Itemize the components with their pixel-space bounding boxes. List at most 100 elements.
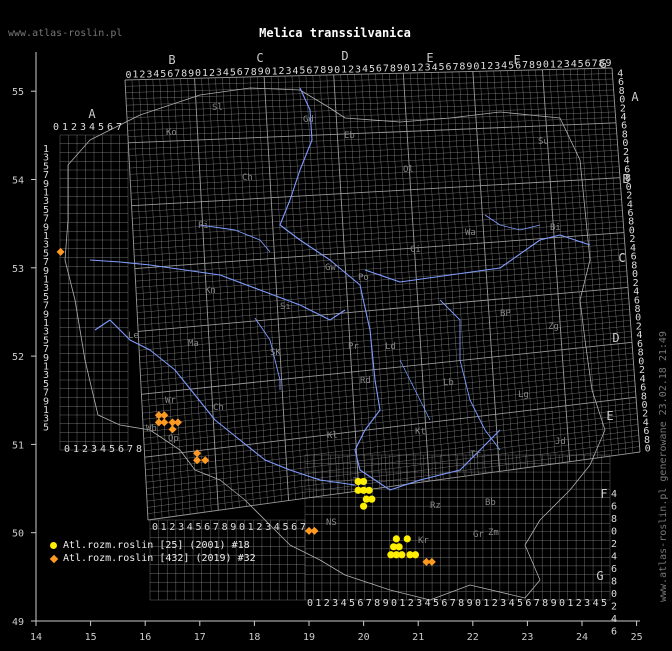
grid-digit-top: 9 bbox=[327, 65, 333, 76]
legend-item-2001: Atl.rozm.roslin [25] (2001) #18 bbox=[50, 539, 256, 552]
river-vistula bbox=[279, 87, 501, 491]
grid-digit-top: 2 bbox=[209, 68, 215, 79]
grid-digit-bottom: 0 bbox=[152, 522, 158, 533]
grid-letter-right: F bbox=[600, 487, 607, 501]
grid-digit-top: 0 bbox=[404, 63, 410, 74]
grid-line-v bbox=[570, 69, 599, 458]
grid-line-v bbox=[500, 70, 528, 468]
grid-digit-top: 0 bbox=[195, 68, 201, 79]
grid-digit-top: 2 bbox=[487, 61, 493, 72]
x-tick-label: 16 bbox=[139, 632, 151, 643]
grid-digit-bottom: 6 bbox=[525, 598, 531, 609]
grid-letter-top: F bbox=[513, 53, 520, 67]
grid-digit-right: 8 bbox=[611, 514, 617, 525]
grid-line-v bbox=[535, 69, 563, 463]
grid-digit-top: 6 bbox=[445, 62, 451, 73]
region-label: Zm bbox=[488, 528, 499, 538]
grid-digit-right: 6 bbox=[611, 502, 617, 513]
grid-digit-top: 7 bbox=[313, 65, 319, 76]
region-label: Kl bbox=[327, 431, 338, 441]
grid-digit-top: 8 bbox=[181, 69, 187, 80]
grid-digit-top: 5 bbox=[299, 66, 305, 77]
grid-digit-top: 6 bbox=[376, 64, 382, 75]
grid-line-h bbox=[137, 276, 628, 320]
x-tick-label: 25 bbox=[631, 632, 643, 643]
region-label: Wa bbox=[465, 228, 476, 238]
occurrence-2001 bbox=[360, 502, 368, 510]
grid-digit-top: 6 bbox=[306, 65, 312, 76]
grid-digit-bottom: 5 bbox=[517, 598, 523, 609]
grid-line-h bbox=[146, 424, 639, 489]
grid-digit-bottom: 1 bbox=[315, 598, 321, 609]
occurrence-2019 bbox=[168, 425, 177, 434]
grid-digit-bottom: 5 bbox=[282, 522, 288, 533]
grid-digit-bottom: 8 bbox=[136, 444, 142, 455]
atpol-grid bbox=[59, 67, 641, 601]
river-warta bbox=[89, 259, 346, 321]
grid-line-v bbox=[493, 70, 521, 469]
grid-digit-bottom: 2 bbox=[576, 598, 582, 609]
grid-digit-right: 4 bbox=[611, 489, 617, 500]
occurrence-2001 bbox=[360, 477, 368, 486]
grid-digit-top: 8 bbox=[251, 67, 257, 78]
grid-digit-bottom: 0 bbox=[64, 444, 70, 455]
river-bug bbox=[364, 234, 591, 283]
grid-digit-bottom: 2 bbox=[82, 444, 88, 455]
occurrence-2001 bbox=[392, 535, 400, 543]
grid-digit-bottom: 8 bbox=[374, 598, 380, 609]
grid-digit-bottom: 7 bbox=[213, 522, 219, 533]
grid-digit-bottom: 8 bbox=[222, 522, 228, 533]
y-tick-label: 55 bbox=[12, 87, 24, 98]
grid-digit-top: 8 bbox=[320, 65, 326, 76]
grid-letter-right: A bbox=[631, 90, 639, 104]
grid-digit-top: 1 bbox=[341, 65, 347, 76]
grid-digit-bottom: 2 bbox=[324, 598, 330, 609]
grid-letter-top: B bbox=[168, 53, 175, 67]
grid-digit-bottom: 4 bbox=[425, 598, 431, 609]
y-tick-label: 49 bbox=[12, 617, 24, 628]
grid-digit-bottom: 0 bbox=[475, 598, 481, 609]
grid-digit-bottom: 7 bbox=[450, 598, 456, 609]
grid-line-v bbox=[396, 73, 423, 483]
grid-digit-top: 5 bbox=[578, 59, 584, 70]
region-label: Bb bbox=[485, 498, 496, 508]
grid-digit-top: 4 bbox=[89, 122, 95, 133]
x-tick-label: 14 bbox=[30, 632, 42, 643]
grid-digit-top: 7 bbox=[592, 58, 598, 69]
grid-digit-top: 6 bbox=[237, 67, 243, 78]
grid-line-h bbox=[143, 369, 635, 426]
grid-digit-top: 7 bbox=[244, 67, 250, 78]
grid-digit-bottom: 3 bbox=[265, 522, 271, 533]
grid-digit-top: 8 bbox=[390, 63, 396, 74]
region-label: Bi bbox=[550, 223, 561, 233]
grid-digit-bottom: 1 bbox=[483, 598, 489, 609]
y-tick-label: 51 bbox=[12, 440, 24, 451]
region-label: Kn bbox=[205, 286, 216, 296]
grid-digit-bottom: 4 bbox=[593, 598, 599, 609]
grid-digit-bottom: 3 bbox=[332, 598, 338, 609]
region-label: Wr bbox=[165, 396, 176, 406]
grid-line-h bbox=[147, 440, 640, 508]
grid-digit-bottom: 3 bbox=[178, 522, 184, 533]
grid-digit-top: 2 bbox=[139, 70, 145, 81]
occurrence-2001 bbox=[411, 551, 420, 559]
region-label: Ld bbox=[385, 342, 396, 352]
grid-digit-right: 2 bbox=[611, 602, 617, 613]
grid-digit-top: 0 bbox=[334, 65, 340, 76]
region-label: Gr bbox=[473, 530, 484, 540]
yellow-circle-icon bbox=[50, 542, 57, 549]
grid-digit-bottom: 6 bbox=[204, 522, 210, 533]
grid-digit-top: 1 bbox=[62, 122, 68, 133]
occurrence-2001 bbox=[368, 495, 376, 503]
grid-digit-bottom: 7 bbox=[366, 598, 372, 609]
grid-digit-bottom: 0 bbox=[239, 522, 245, 533]
grid-digit-bottom: 3 bbox=[416, 598, 422, 609]
grid-digit-bottom: 4 bbox=[187, 522, 193, 533]
grid-digit-top: 6 bbox=[107, 122, 113, 133]
region-label: Zg bbox=[548, 322, 559, 332]
grid-digit-top: 1 bbox=[272, 66, 278, 77]
grid-digit-bottom: 5 bbox=[109, 444, 115, 455]
grid-digit-bottom: 0 bbox=[391, 598, 397, 609]
grid-digit-top: 0 bbox=[265, 66, 271, 77]
region-label: Lb bbox=[443, 378, 454, 388]
